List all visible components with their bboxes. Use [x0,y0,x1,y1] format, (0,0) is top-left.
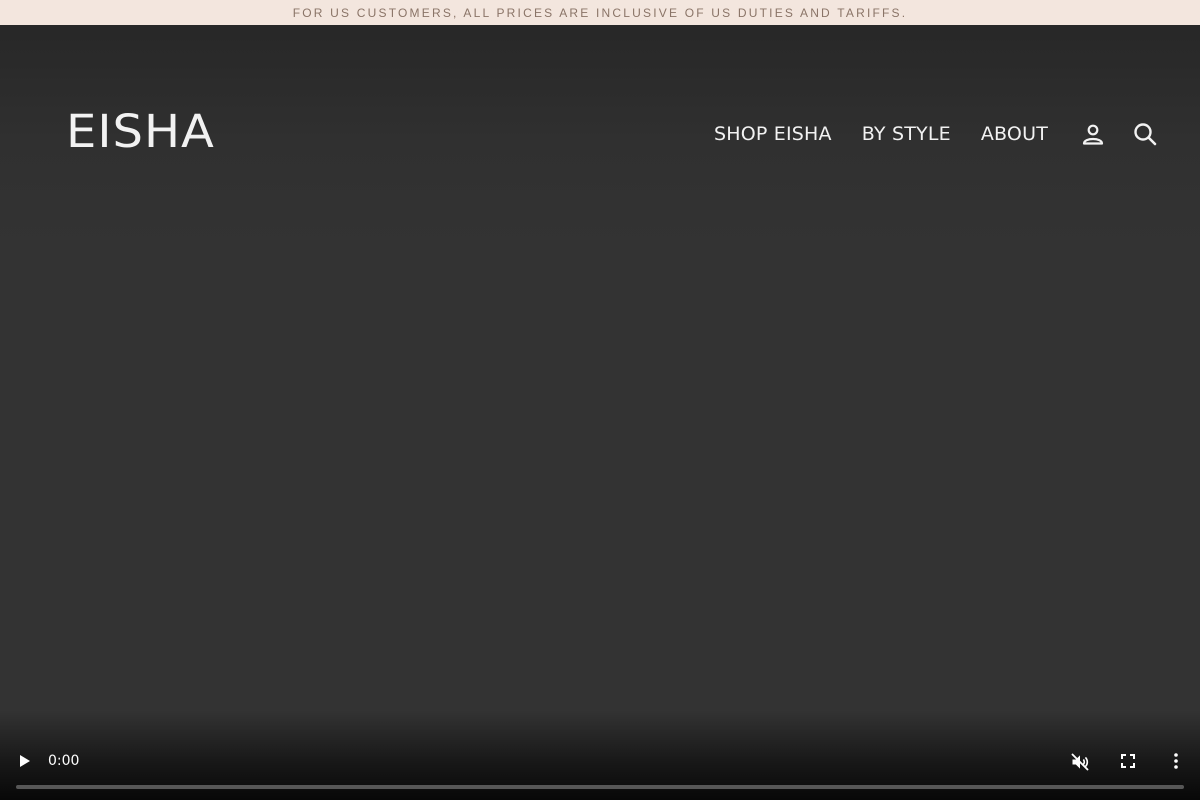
main-nav: SHOP EISHA BY STYLE ABOUT [714,119,1160,149]
logo-text: EISHA [66,105,215,159]
more-options-icon[interactable] [1166,750,1186,772]
nav-shop-eisha[interactable]: SHOP EISHA [714,123,832,145]
announcement-text: FOR US CUSTOMERS, ALL PRICES ARE INCLUSI… [292,5,908,20]
video-controls: 0:00 [0,710,1200,800]
play-icon[interactable] [14,750,36,772]
hero-video[interactable]: EISHA SHOP EISHA BY STYLE ABOUT 0:00 [0,25,1200,800]
search-icon[interactable] [1130,119,1160,149]
nav-by-style[interactable]: BY STYLE [862,123,951,145]
account-icon[interactable] [1078,119,1108,149]
site-logo[interactable]: EISHA [66,109,215,155]
mute-icon[interactable] [1068,750,1092,774]
announcement-bar: FOR US CUSTOMERS, ALL PRICES ARE INCLUSI… [0,0,1200,25]
fullscreen-icon[interactable] [1117,750,1139,772]
video-progress-bar[interactable] [16,785,1184,789]
nav-about[interactable]: ABOUT [981,123,1048,145]
current-time: 0:00 [48,753,80,769]
